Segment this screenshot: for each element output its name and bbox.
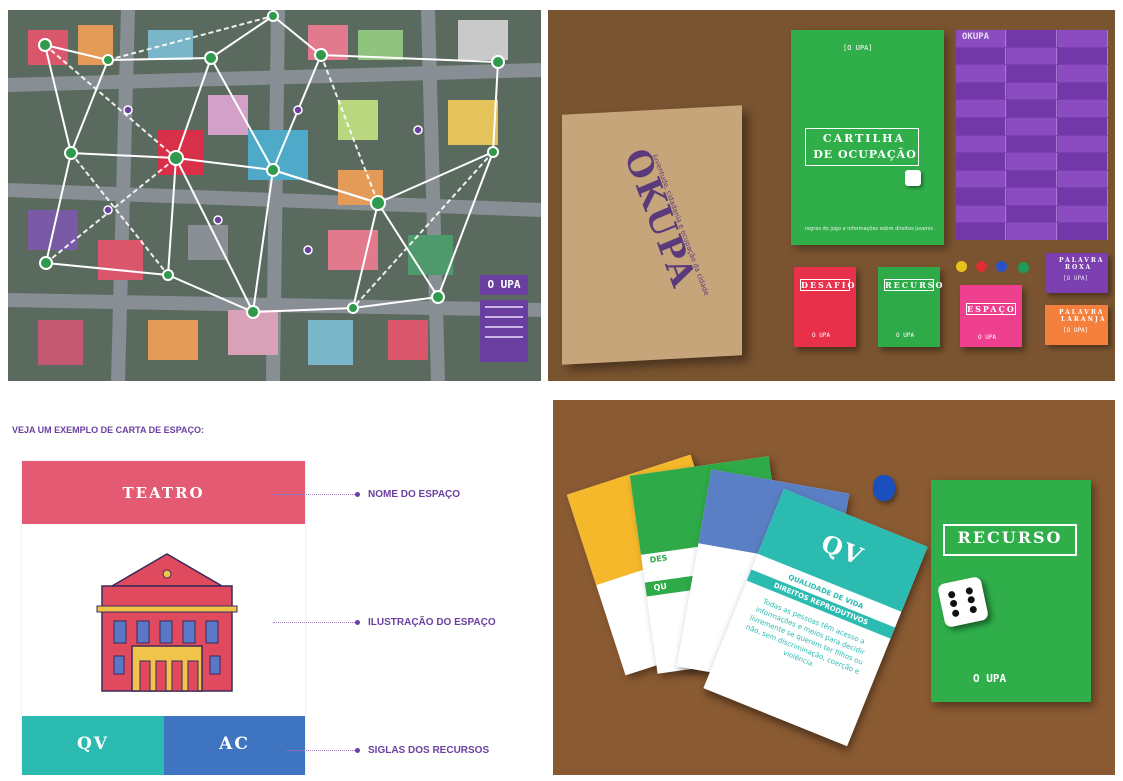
annotation-resource-codes: SIGLAS DOS RECURSOS: [368, 745, 490, 756]
rulebook-footer: regras do jogo e informações sobre direi…: [805, 226, 934, 232]
example-card-diagram: VEJA UM EXEMPLO DE CARTA DE ESPAÇO: TEAT…: [8, 397, 541, 775]
rulebook: [O UPA] CARTILHA DE OCUPAÇÃO regras do j…: [791, 30, 944, 245]
purple-card-cell: [1058, 100, 1108, 117]
card-green-partial-label-2: QU: [652, 581, 668, 593]
pawn-red: [976, 261, 987, 272]
purple-card-cell: [1058, 30, 1108, 47]
deck-desafio-logo: O UPA: [812, 332, 831, 339]
purple-card-cell: [956, 135, 1006, 153]
purple-card-cell: [1007, 117, 1057, 135]
purple-card-cell: [1058, 188, 1108, 205]
purple-card-cell: [1058, 117, 1108, 135]
purple-card-cell: [1058, 82, 1108, 100]
game-box: OKUPA juventude, cidadania e ocupação da…: [562, 105, 742, 365]
cards-on-table-photo: DES QU QV QUALIDADE DE VIDA DIREITOS REP…: [553, 400, 1115, 775]
code-ac-label: AC: [219, 734, 250, 754]
annotation-line-2: [273, 622, 355, 623]
purple-card-cell: [956, 223, 1006, 240]
board-logo-badge: O UPA: [480, 275, 528, 295]
deck-desafio: DESAFIO O UPA: [794, 267, 856, 347]
pawn-blue: [996, 261, 1007, 272]
recurso-card-title: RECURSO: [957, 528, 1063, 547]
purple-card-cell: [1007, 153, 1057, 170]
purple-card-cell: [956, 170, 1006, 188]
deck-espaco-logo: O UPA: [978, 334, 997, 341]
purple-card-cell: [956, 188, 1006, 205]
annotation-dot-3: [355, 748, 360, 753]
deck-espaco-label: ESPAÇO: [966, 303, 1016, 315]
card-title-bar: TEATRO: [22, 461, 305, 524]
purple-card-cell: [956, 82, 1006, 100]
theatre-illustration: [96, 553, 238, 692]
deck-palavra-laranja: PALAVRA LARANJA [O UPA]: [1045, 305, 1108, 345]
purple-card-cell: [956, 100, 1006, 117]
example-heading: VEJA UM EXEMPLO DE CARTA DE ESPAÇO:: [12, 425, 205, 435]
deck-palavra-roxa: PALAVRA ROXA [O UPA]: [1045, 253, 1108, 293]
pawn-green: [1018, 262, 1029, 273]
deck-roxa-label1: PALAVRA: [1059, 257, 1105, 264]
deck-recurso: RECURSO O UPA: [878, 267, 945, 347]
annotation-dot-1: [355, 492, 360, 497]
purple-card-cell: [956, 65, 1006, 82]
purple-card-cell: [1058, 47, 1108, 65]
code-qv-label: QV: [77, 734, 109, 754]
annotation-dot-2: [355, 620, 360, 625]
deck-laranja-label1: PALAVRA: [1059, 309, 1105, 316]
recurso-card-logo: O UPA: [973, 672, 1007, 685]
purple-card-cell: [1007, 205, 1057, 223]
annotation-line-1: [273, 494, 355, 495]
deck-recurso-logo: O UPA: [896, 332, 915, 339]
purple-card-cell: [956, 153, 1006, 170]
purple-cards-label: OKUPA: [962, 32, 990, 42]
purple-card-cell: [956, 47, 1006, 65]
code-qv: QV: [22, 716, 164, 775]
rulebook-title-line2: DE OCUPAÇÃO: [813, 148, 917, 161]
purple-card-cell: [1007, 30, 1057, 47]
board-map-photo: O UPA: [8, 10, 541, 381]
purple-card-cell: [1007, 100, 1057, 117]
purple-card-cell: [1058, 153, 1108, 170]
purple-card-cell: [1007, 47, 1057, 65]
deck-roxa-label2: ROXA: [1065, 264, 1093, 271]
purple-card-cell: [1058, 135, 1108, 153]
annotation-space-illustration: ILUSTRAÇÃO DO ESPAÇO: [368, 617, 496, 628]
pawn-yellow: [956, 261, 967, 272]
pawn-blue: [873, 475, 895, 501]
code-ac: AC: [164, 716, 305, 775]
purple-cards-grid: [956, 30, 1108, 240]
deck-recurso-label: RECURSO: [884, 279, 945, 291]
card-title: TEATRO: [122, 484, 205, 502]
purple-card-cell: [1058, 205, 1108, 223]
purple-card-cell: [1007, 65, 1057, 82]
purple-card-cell: [1007, 223, 1057, 240]
deck-desafio-label: DESAFIO: [800, 279, 857, 291]
space-card: TEATRO QV AC: [22, 461, 305, 775]
rulebook-logo: [O UPA]: [843, 44, 873, 52]
deck-roxa-logo: [O UPA]: [1063, 275, 1089, 282]
purple-card-cell: [1058, 170, 1108, 188]
purple-card-cell: [1007, 188, 1057, 205]
board-legend-panel: [480, 300, 528, 362]
deck-laranja-logo: [O UPA]: [1063, 327, 1089, 334]
purple-card-cell: [1007, 82, 1057, 100]
purple-card-cell: [1058, 65, 1108, 82]
card-green-partial-label: DES: [649, 553, 669, 565]
rulebook-title-line1: CARTILHA: [822, 132, 906, 145]
purple-card-cell: [1007, 135, 1057, 153]
annotation-line-3: [286, 750, 355, 751]
die-large: [936, 575, 990, 629]
board-map-illustration: [8, 10, 541, 381]
game-kit-photo: OKUPA juventude, cidadania e ocupação da…: [548, 10, 1115, 381]
deck-espaco: ESPAÇO O UPA: [960, 285, 1022, 347]
purple-card-cell: [1007, 170, 1057, 188]
purple-card-cell: [956, 205, 1006, 223]
annotation-space-name: NOME DO ESPAÇO: [368, 489, 461, 500]
purple-card-cell: [1058, 223, 1108, 240]
purple-card-cell: [956, 117, 1006, 135]
deck-laranja-label2: LARANJA: [1061, 316, 1107, 323]
die: [905, 170, 921, 186]
